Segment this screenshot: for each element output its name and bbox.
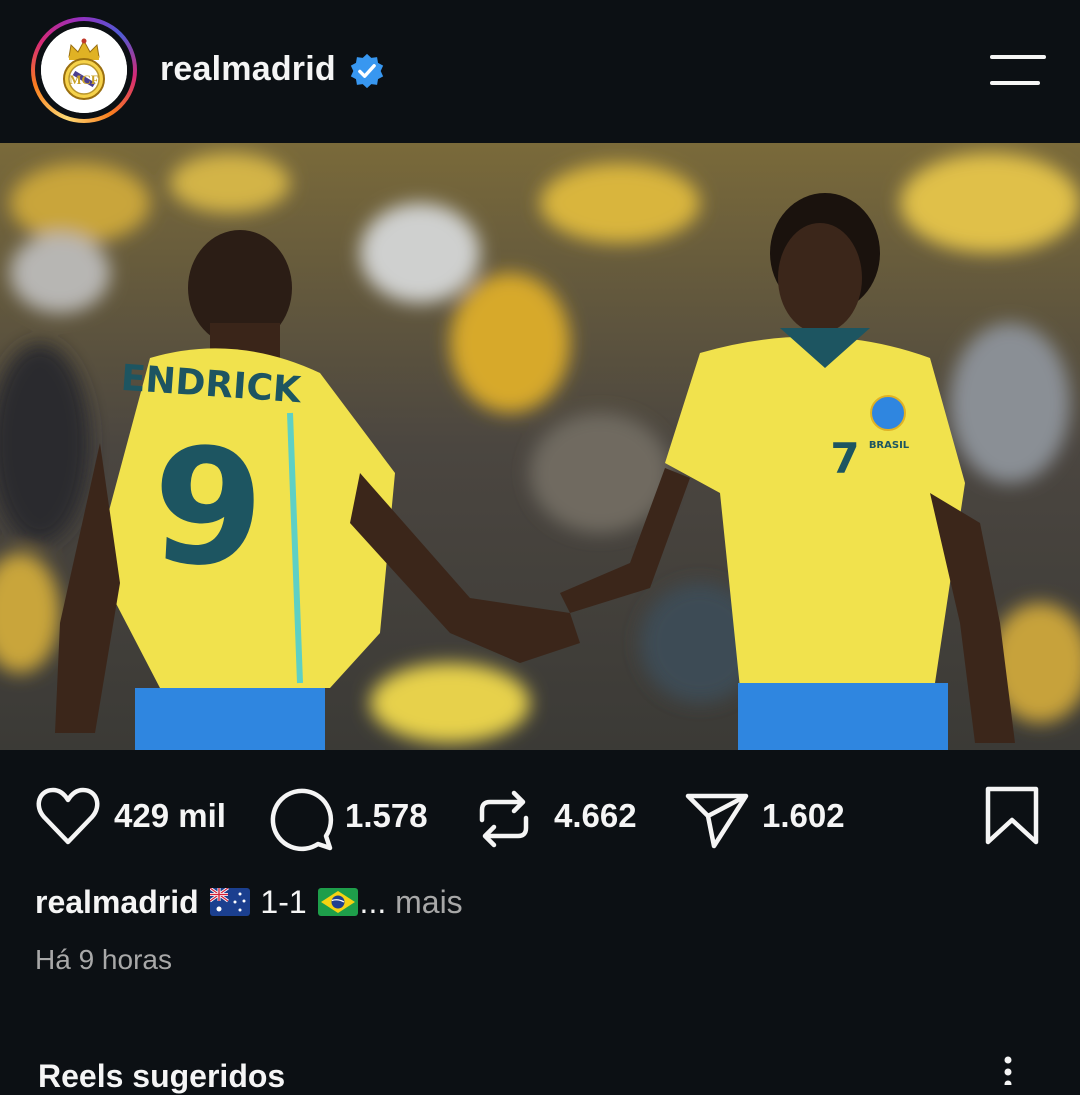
verified-badge-icon: [350, 53, 384, 89]
suggested-reels-title: Reels sugeridos: [38, 1058, 286, 1094]
comment-icon: [270, 788, 334, 852]
caption-more-link[interactable]: mais: [386, 884, 463, 920]
caption-score: 1-1: [260, 884, 316, 920]
flag-australia-icon: [208, 886, 250, 924]
jersey-brasil: BRASIL: [869, 440, 910, 451]
post-header: MCF realmadrid: [0, 0, 1080, 142]
jersey-number-7: 7: [830, 434, 859, 483]
repost-button[interactable]: 4.662: [476, 780, 656, 850]
save-button[interactable]: [984, 780, 1044, 850]
jersey-number-9: 9: [147, 411, 268, 604]
flag-brazil-icon: [317, 887, 358, 924]
username[interactable]: realmadrid: [160, 50, 336, 89]
svg-text:MCF: MCF: [69, 72, 99, 87]
post-image[interactable]: ENDRICK 9 7 BRASIL: [0, 143, 1080, 750]
share-button[interactable]: 1.602: [684, 780, 854, 850]
real-madrid-crest-icon: MCF: [41, 27, 127, 113]
repost-icon: [479, 790, 529, 848]
post-timestamp: Há 9 horas: [35, 944, 172, 975]
bookmark-icon: [985, 786, 1039, 845]
comment-button[interactable]: 1.578: [268, 780, 438, 852]
send-icon: [685, 793, 749, 849]
post-caption: realmadrid 1-1 ... mais: [35, 884, 463, 924]
like-button[interactable]: 429 mil: [35, 780, 235, 850]
like-count: 429 mil: [114, 797, 226, 834]
more-options-icon[interactable]: [998, 1055, 1018, 1085]
caption-ellipsis: ...: [359, 884, 387, 920]
heart-icon: [36, 787, 100, 845]
menu-icon[interactable]: [988, 54, 1048, 86]
caption-username[interactable]: realmadrid: [35, 884, 199, 920]
share-count: 1.602: [762, 797, 845, 834]
comment-count: 1.578: [345, 797, 428, 834]
repost-count: 4.662: [554, 797, 637, 834]
post-photo: ENDRICK 9 7 BRASIL: [0, 143, 1080, 750]
profile-avatar[interactable]: MCF: [31, 17, 137, 123]
post-actions: 429 mil 1.578 4.662 1.602: [0, 780, 1080, 852]
